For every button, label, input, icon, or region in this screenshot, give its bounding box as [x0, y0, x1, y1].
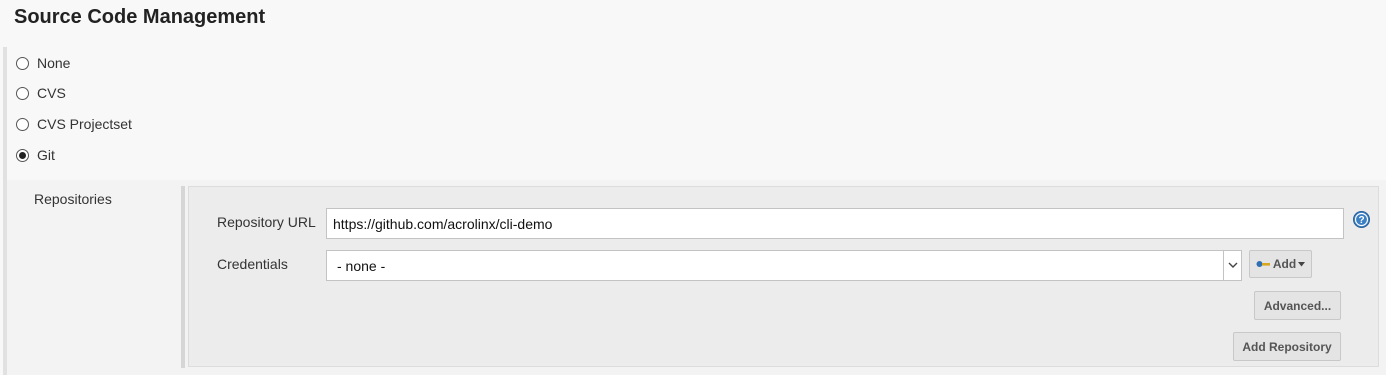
credentials-label: Credentials: [217, 256, 288, 272]
radio-cvs-projectset[interactable]: [16, 117, 29, 131]
chevron-down-icon[interactable]: [1223, 251, 1241, 280]
scm-option-label: CVS Projectset: [37, 116, 132, 132]
scm-option-label: None: [37, 55, 71, 71]
repository-url-label: Repository URL: [217, 214, 316, 230]
scm-option-label: Git: [37, 147, 55, 163]
help-icon[interactable]: ?: [1353, 211, 1370, 228]
scm-option-git[interactable]: Git: [16, 145, 55, 165]
page-title: Source Code Management: [14, 6, 266, 28]
credentials-selected-value: - none -: [337, 258, 386, 274]
add-credentials-button[interactable]: Add: [1249, 250, 1312, 278]
radio-none[interactable]: [16, 56, 29, 70]
radio-cvs[interactable]: [16, 86, 29, 100]
svg-text:?: ?: [1358, 215, 1364, 226]
credentials-select[interactable]: - none -: [326, 250, 1242, 281]
scm-option-label: CVS: [37, 85, 66, 101]
repositories-label: Repositories: [34, 191, 112, 207]
scm-option-cvs-projectset[interactable]: CVS Projectset: [16, 114, 132, 134]
caret-down-icon: [1298, 261, 1306, 266]
scm-option-none[interactable]: None: [16, 53, 70, 73]
scm-option-cvs[interactable]: CVS: [16, 83, 66, 103]
add-button-label: Add: [1272, 257, 1297, 271]
radio-git[interactable]: [16, 148, 29, 162]
repository-panel-bar: [181, 186, 185, 368]
advanced-button[interactable]: Advanced...: [1254, 291, 1341, 320]
key-icon: [1256, 261, 1270, 267]
repository-url-input[interactable]: [326, 208, 1344, 239]
add-repository-button[interactable]: Add Repository: [1233, 332, 1341, 361]
